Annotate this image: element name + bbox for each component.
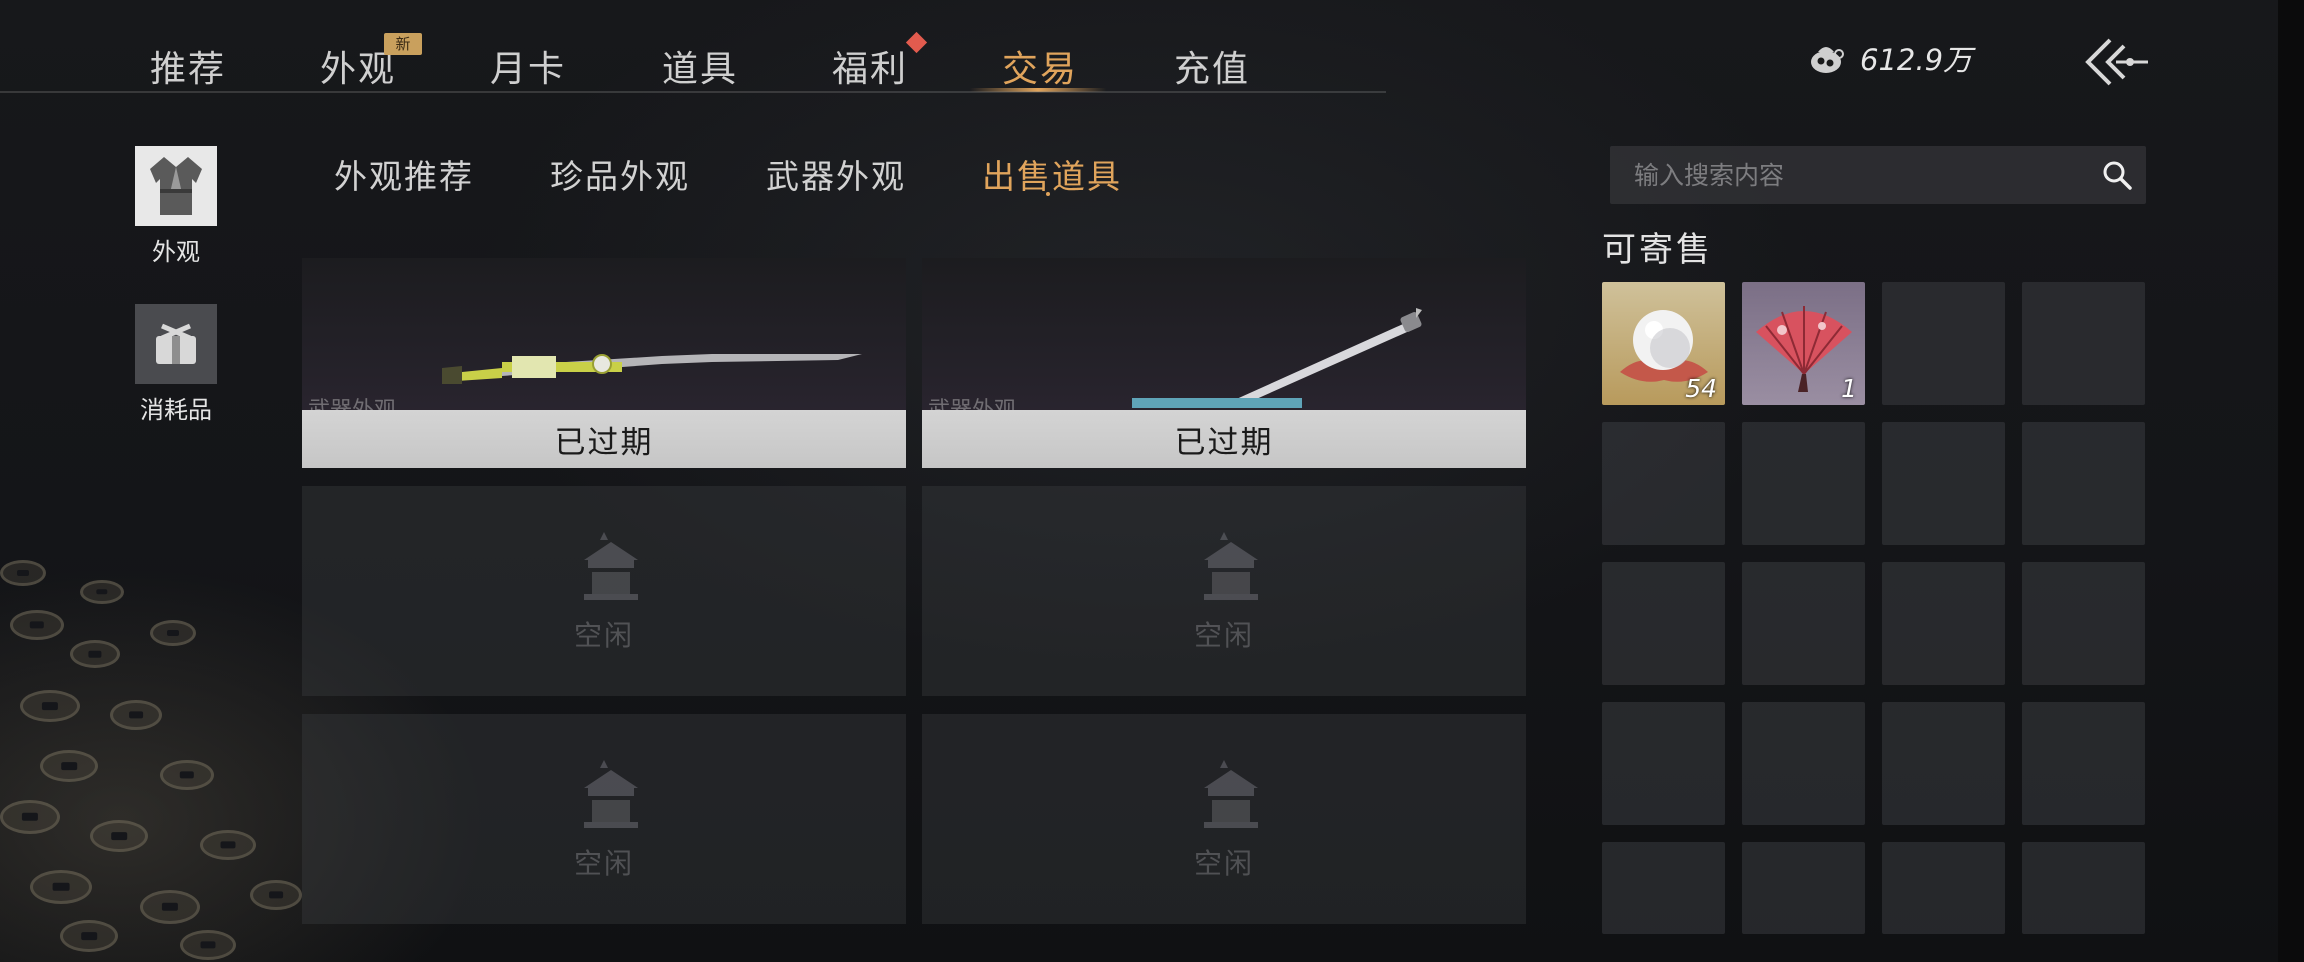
sidebar-item-label: 消耗品 [140, 396, 212, 424]
item-quantity: 54 [1685, 374, 1717, 403]
inventory-slot-empty[interactable] [1882, 562, 2005, 685]
expired-status: 已过期 [922, 410, 1526, 468]
spear-icon [442, 354, 862, 384]
listing-slot[interactable]: 空闲 [302, 714, 906, 924]
idle-status: 空闲 [573, 619, 634, 652]
sidebar-item-label: 外观 [152, 238, 200, 266]
subtab-weapon-appearance[interactable]: 武器外观 [766, 150, 906, 198]
inventory-slot-empty[interactable] [1882, 702, 2005, 825]
inventory-slot-empty[interactable] [1742, 562, 1865, 685]
inventory-slot-empty[interactable] [2022, 702, 2145, 825]
inventory-slot-empty[interactable] [1602, 702, 1725, 825]
inventory-slot-empty[interactable] [2022, 562, 2145, 685]
idle-status: 空闲 [1193, 847, 1254, 880]
market-stall-icon [1204, 760, 1258, 828]
nav-divider [0, 91, 1386, 93]
inventory-slot-empty[interactable] [1742, 702, 1865, 825]
subtab-sell-items[interactable]: 出售道具 [982, 150, 1122, 198]
inventory-slot-empty[interactable] [1602, 562, 1725, 685]
inventory-slot-empty[interactable] [1882, 422, 2005, 545]
top-nav: 推荐 外观 新 月卡 道具 福利 交易 充值 [0, 0, 1390, 94]
inventory-slot-empty[interactable] [1882, 842, 2005, 934]
search-icon[interactable] [2100, 158, 2134, 192]
subtab-rare-appearance[interactable]: 珍品外观 [550, 150, 690, 198]
package-icon [135, 304, 217, 384]
inventory-slot-empty[interactable] [2022, 842, 2145, 934]
notification-dot [905, 31, 928, 54]
inventory-slot-empty[interactable] [2022, 422, 2145, 545]
search-bar [1610, 146, 2146, 204]
tab-welfare[interactable]: 福利 [832, 40, 908, 92]
robe-icon [135, 146, 217, 226]
sidebar-item-consumables[interactable]: 消耗品 [134, 304, 218, 425]
inventory-slot[interactable]: 1 [1742, 282, 1865, 405]
sellable-title: 可寄售 [1602, 230, 1713, 270]
new-badge: 新 [384, 33, 422, 55]
inventory-slot-empty[interactable] [1742, 422, 1865, 545]
market-stall-icon [1204, 532, 1258, 600]
active-subtab-dot [1046, 192, 1050, 196]
listing-slot[interactable]: 空闲 [922, 714, 1526, 924]
listing-slot[interactable]: 武器外观 已过期 [922, 258, 1526, 468]
tab-monthly-card[interactable]: 月卡 [490, 40, 566, 92]
inventory-slot-empty[interactable] [1602, 842, 1725, 934]
search-input[interactable] [1610, 146, 2080, 204]
tab-trade[interactable]: 交易 [1002, 40, 1078, 92]
item-quantity: 1 [1841, 374, 1857, 403]
subtab-appearance-recommend[interactable]: 外观推荐 [334, 150, 474, 198]
screen-edge [2278, 0, 2304, 962]
sidebar-item-appearance[interactable]: 外观 [134, 146, 218, 267]
tab-recommend[interactable]: 推荐 [150, 40, 226, 92]
inventory-slot-empty[interactable] [1882, 282, 2005, 405]
currency-amount: 612.9万 [1860, 43, 1973, 77]
idle-status: 空闲 [1193, 619, 1254, 652]
expired-status: 已过期 [302, 410, 906, 468]
tab-items[interactable]: 道具 [662, 40, 738, 92]
market-stall-icon [584, 760, 638, 828]
idle-status: 空闲 [573, 847, 634, 880]
market-stall-icon [584, 532, 638, 600]
currency-display: 612.9万 [1806, 38, 1972, 78]
listing-slot[interactable]: 空闲 [922, 486, 1526, 696]
inventory-slot[interactable]: 54 [1602, 282, 1725, 405]
katana-icon [1132, 308, 1422, 408]
inventory-slot-empty[interactable] [1742, 842, 1865, 934]
tab-recharge[interactable]: 充值 [1174, 40, 1250, 92]
coin-pouch-icon [1811, 47, 1844, 73]
listing-slot[interactable]: 武器外观 已过期 [302, 258, 906, 468]
listing-slot[interactable]: 空闲 [302, 486, 906, 696]
inventory-slot-empty[interactable] [2022, 282, 2145, 405]
inventory-slot-empty[interactable] [1602, 422, 1725, 545]
back-arrow-icon[interactable] [2080, 36, 2150, 88]
